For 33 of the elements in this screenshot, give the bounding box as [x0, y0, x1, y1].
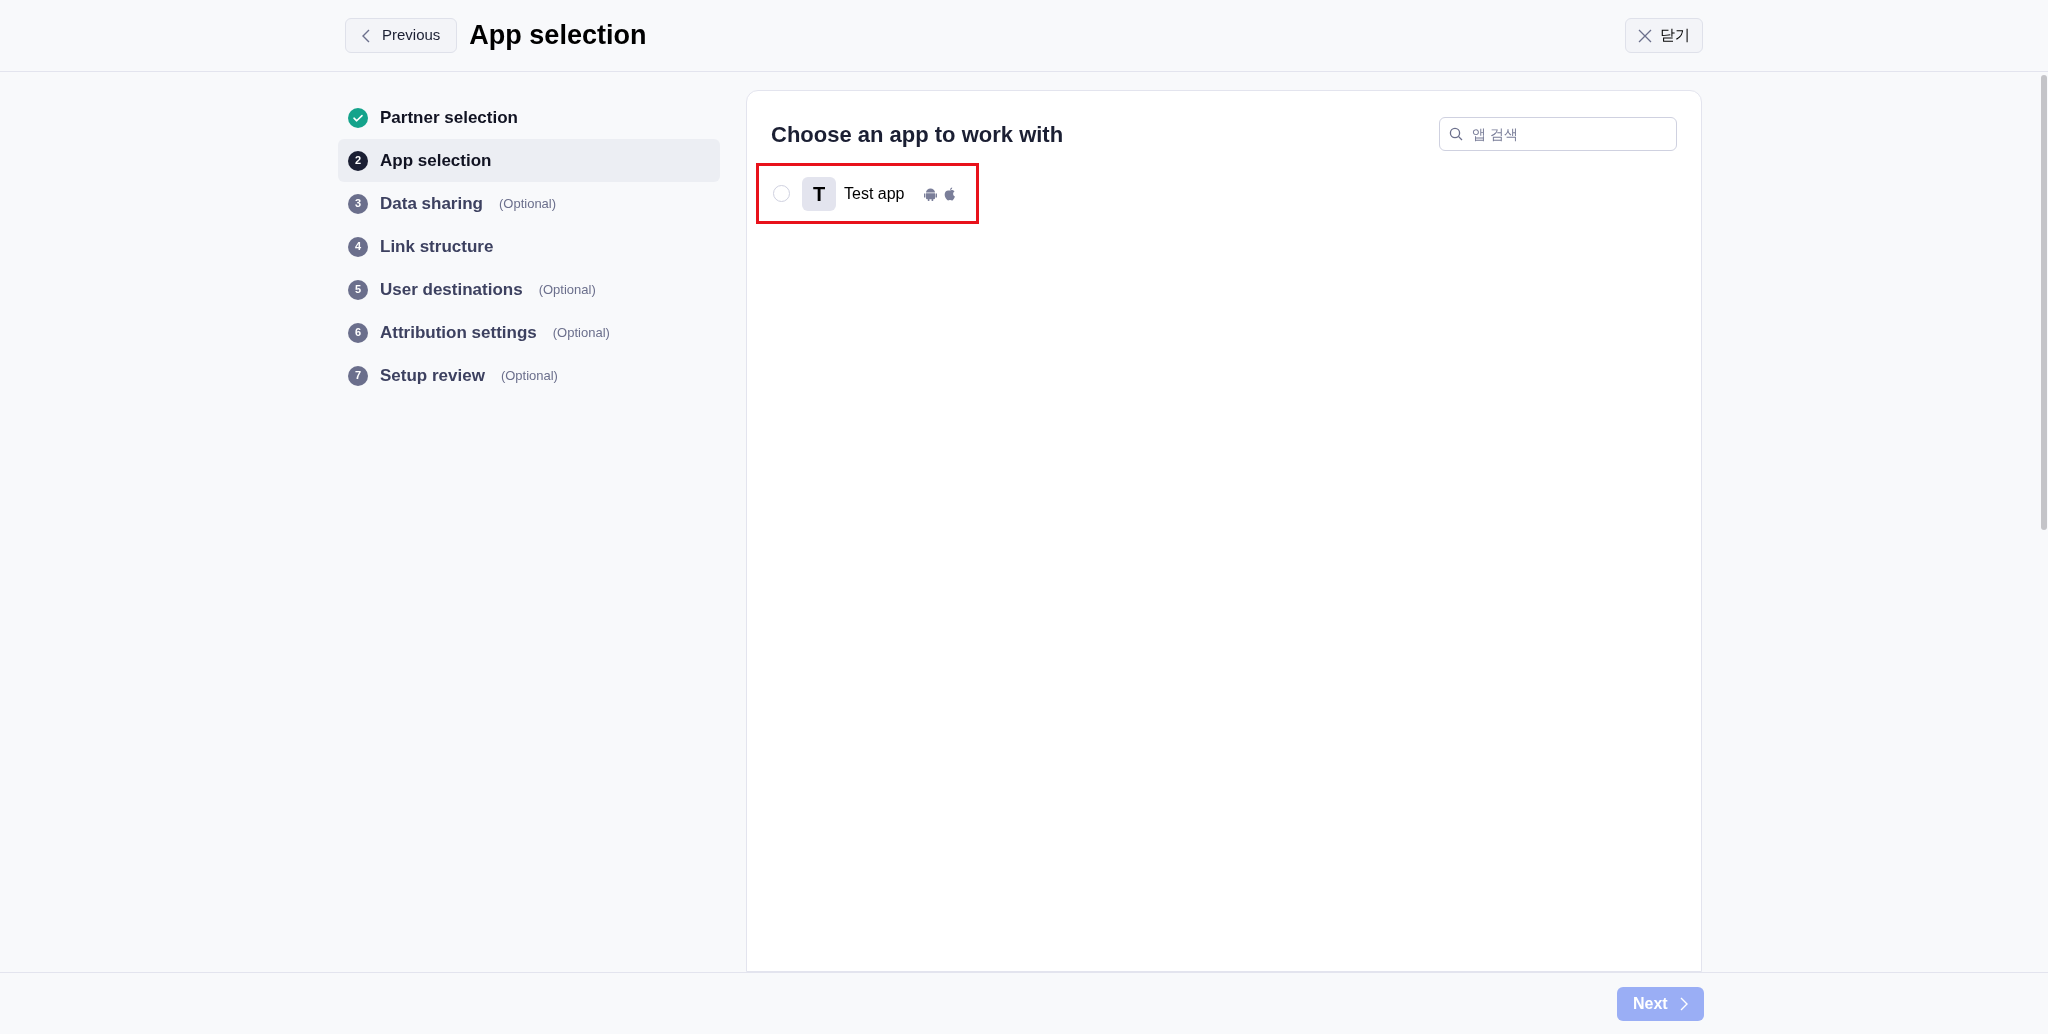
step-number: 2: [348, 150, 368, 171]
step-number: 5: [348, 279, 368, 300]
step-label: Link structure: [380, 235, 494, 258]
search-field[interactable]: 앱 검색: [1439, 117, 1677, 151]
app-row[interactable]: T Test app: [756, 163, 980, 224]
optional-label: (Optional): [538, 280, 596, 299]
chevron-left-icon: [362, 28, 370, 43]
close-icon: [1638, 28, 1652, 43]
panel-title: Choose an app to work with: [771, 120, 1064, 149]
app-name: Test app: [844, 183, 905, 204]
page-title: App selection: [469, 19, 647, 53]
step-label: User destinations: [380, 278, 523, 301]
apple-icon: [944, 186, 957, 201]
previous-button[interactable]: Previous: [345, 18, 458, 53]
step-number: 3: [348, 193, 368, 214]
step-label: Setup review: [380, 364, 485, 387]
optional-label: (Optional): [500, 366, 558, 385]
step-number: 4: [348, 236, 368, 257]
step-number: 6: [348, 322, 368, 343]
close-button[interactable]: 닫기: [1625, 18, 1703, 53]
step-label: Attribution settings: [380, 321, 537, 344]
step-label: App selection: [380, 149, 492, 172]
chevron-right-icon: [1679, 996, 1688, 1011]
step-number: 7: [348, 365, 368, 386]
search-icon: [1449, 127, 1463, 141]
step-item[interactable]: 2 App selection: [338, 139, 720, 182]
step-label: Data sharing: [380, 192, 483, 215]
app-avatar: T: [802, 176, 836, 211]
optional-label: (Optional): [499, 194, 557, 213]
optional-label: (Optional): [552, 323, 610, 342]
scrollbar-thumb[interactable]: [2041, 75, 2047, 530]
android-icon: [924, 186, 938, 201]
step-label: Partner selection: [380, 106, 518, 129]
